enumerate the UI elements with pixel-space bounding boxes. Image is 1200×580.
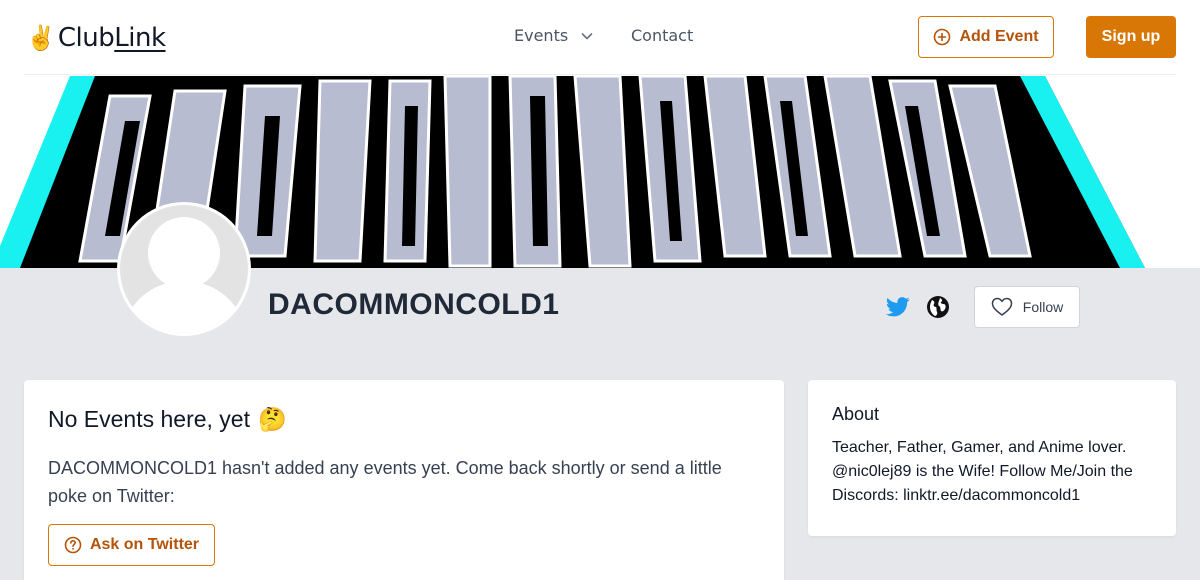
- add-event-label: Add Event: [959, 28, 1039, 45]
- logo-text-link: Link: [114, 23, 166, 53]
- profile-name: DACOMMONCOLD1: [268, 288, 560, 321]
- ask-on-twitter-label: Ask on Twitter: [89, 536, 200, 553]
- about-body: Teacher, Father, Gamer, and Anime lover.…: [832, 439, 1133, 504]
- top-nav-bar: ✌️ Club Link Events Contact Add Event Si…: [0, 0, 1200, 76]
- heart-icon: [991, 297, 1013, 316]
- about-card: About Teacher, Father, Gamer, and Anime …: [808, 380, 1176, 536]
- no-events-heading: No Events here, yet 🤔: [48, 406, 287, 433]
- question-circle-icon: [64, 536, 82, 554]
- events-card: No Events here, yet 🤔 DACOMMONCOLD1 hasn…: [24, 380, 784, 580]
- follow-button[interactable]: Follow: [974, 286, 1080, 328]
- logo-text-club: Club: [57, 23, 115, 53]
- about-heading: About: [832, 404, 880, 424]
- sign-up-button[interactable]: Sign up: [1086, 16, 1176, 58]
- nav-events-label: Events: [514, 26, 569, 45]
- no-events-heading-text: No Events here, yet: [48, 406, 250, 432]
- nav-contact-link[interactable]: Contact: [631, 26, 693, 45]
- profile-avatar: [117, 202, 251, 336]
- no-events-message: DACOMMONCOLD1 hasn't added any events ye…: [48, 458, 722, 506]
- follow-label: Follow: [1022, 299, 1064, 315]
- plus-circle-icon: [934, 28, 951, 46]
- clublink-logo[interactable]: ✌️ Club Link: [26, 20, 166, 56]
- add-event-button[interactable]: Add Event: [918, 16, 1054, 58]
- ask-on-twitter-button[interactable]: Ask on Twitter: [48, 524, 215, 566]
- nav-events-dropdown[interactable]: Events: [514, 26, 594, 45]
- chevron-down-icon: [581, 32, 593, 39]
- default-avatar-icon: [120, 205, 248, 333]
- thinking-face-icon: 🤔: [258, 406, 287, 432]
- header-divider: [24, 74, 1176, 75]
- twitter-icon[interactable]: [886, 296, 910, 318]
- victory-hand-icon: ✌️: [26, 24, 56, 52]
- globe-icon[interactable]: [926, 295, 950, 319]
